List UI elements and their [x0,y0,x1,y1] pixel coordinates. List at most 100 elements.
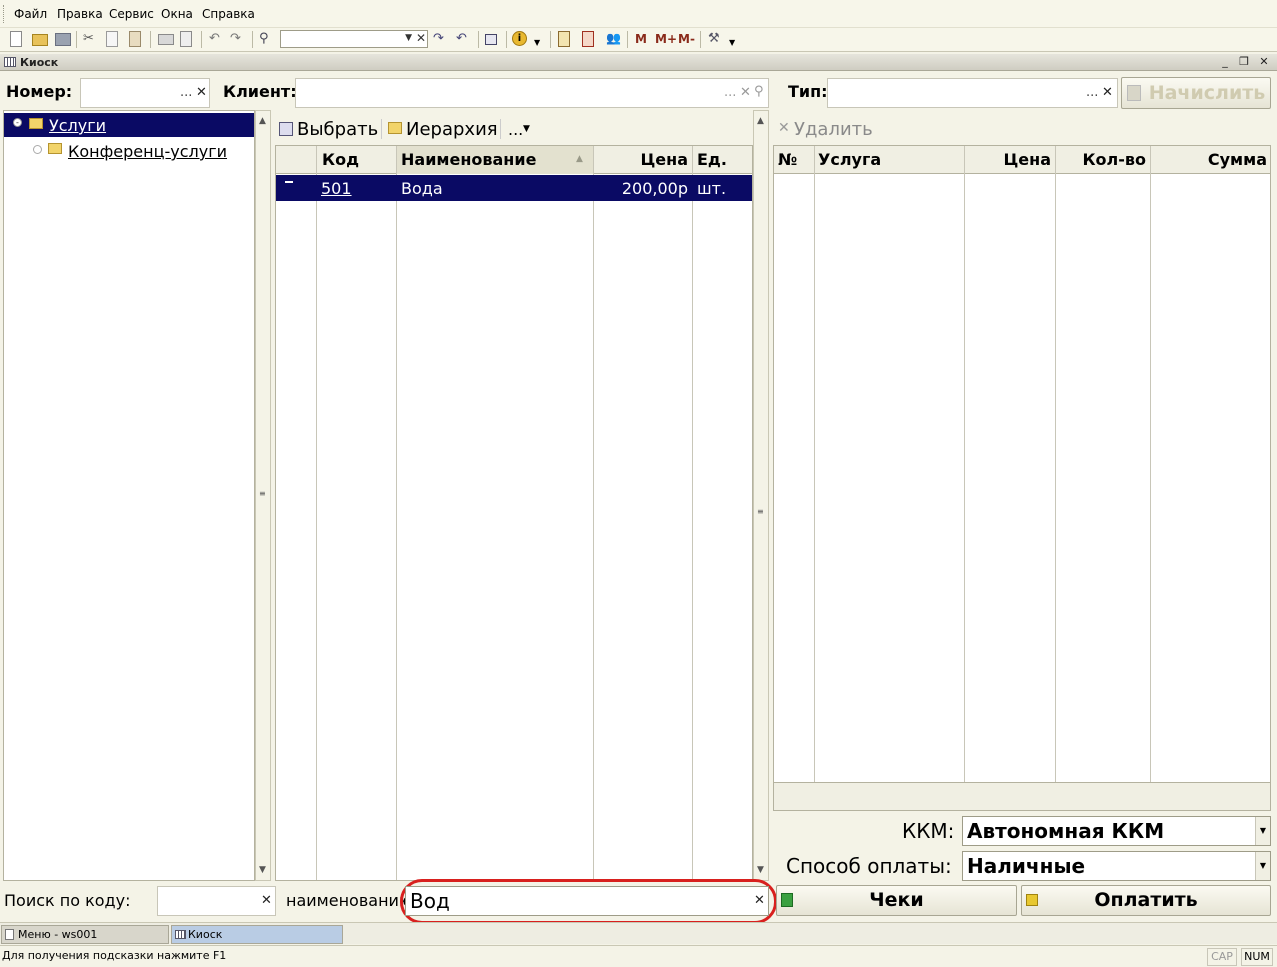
window-titlebar: Киоск _ ❐ ✕ [0,54,1277,71]
number-field[interactable]: ... ✕ [80,78,210,108]
column-price[interactable]: Цена [965,146,1055,174]
status-hint: Для получения подсказки нажмите F1 [2,949,227,962]
cell-name: Вода [401,179,443,198]
services-toolbar: Выбрать Иерархия ... ▼ [276,116,766,142]
code-search-input[interactable]: ✕ [157,886,276,916]
print-preview-icon[interactable] [180,31,192,47]
column-code[interactable]: Код [318,146,396,174]
cut-icon[interactable]: ✂ [83,31,99,47]
clear-icon[interactable]: ✕ [196,85,207,100]
find-next-icon[interactable]: ↷ [433,31,449,47]
charge-button[interactable]: Начислить [1121,77,1271,109]
checks-button[interactable]: Чеки [776,885,1017,916]
scroll-up-icon[interactable]: ▲ [757,116,764,126]
calendar-icon[interactable] [582,31,594,47]
copy-icon[interactable] [106,31,118,47]
groups-tree[interactable]: - Услуги Конференц-услуги [3,110,255,881]
select-icon[interactable]: ... [180,85,192,100]
collapse-icon[interactable]: - [13,118,22,127]
memory-button[interactable]: M [635,32,647,46]
clear-icon[interactable]: ✕ [740,85,751,100]
scroll-down-icon[interactable]: ▼ [259,865,266,875]
info-dropdown-icon[interactable]: ▼ [534,38,540,47]
clear-icon[interactable]: ✕ [416,31,426,45]
minimize-icon[interactable]: _ [1218,55,1232,68]
calculator-icon[interactable] [558,31,570,47]
column-name[interactable]: Наименование [397,146,593,174]
menu-edit[interactable]: Правка [57,7,103,21]
menu-help[interactable]: Справка [202,7,255,21]
settings-dropdown-icon[interactable]: ▼ [729,38,735,47]
select-button[interactable]: Выбрать [297,119,378,140]
column-price[interactable]: Цена [594,146,692,174]
hierarchy-button[interactable]: Иерархия [406,119,498,140]
table-row[interactable]: 501 Вода 200,00р шт. [276,175,752,201]
scroll-down-icon[interactable]: ▼ [757,865,764,875]
kkm-select[interactable]: Автономная ККМ ▼ [962,816,1271,846]
save-icon[interactable] [55,33,71,46]
clear-icon[interactable]: ✕ [754,893,765,908]
client-label: Клиент: [223,82,297,101]
new-doc-icon[interactable] [10,31,22,47]
checks-icon [781,893,793,907]
services-scrollbar[interactable]: ▲ ≡ ▼ [753,110,769,881]
column-quantity[interactable]: Кол-во [1056,146,1150,174]
print-icon[interactable] [158,34,174,45]
find-icon[interactable]: ⚲ [259,31,275,47]
task-kiosk[interactable]: Киоск [171,925,343,944]
settings-icon[interactable]: ⚒ [708,31,724,47]
column-sum[interactable]: Сумма [1151,146,1270,174]
scroll-thumb[interactable]: ≡ [757,507,764,516]
tree-item-conference[interactable]: Конференц-услуги [4,139,254,163]
chevron-down-icon[interactable]: ▼ [1255,817,1270,845]
windows-icon[interactable] [485,34,497,45]
undo-icon[interactable]: ↶ [209,31,225,47]
delete-button[interactable]: Удалить [794,119,873,140]
menu-grip [3,5,6,23]
redo-icon[interactable]: ↷ [230,31,246,47]
select-icon[interactable]: ... [724,85,736,100]
task-label: Киоск [188,928,223,941]
select-icon[interactable]: ... [1086,85,1098,100]
task-menu[interactable]: Меню - ws001 [1,925,169,944]
column-unit[interactable]: Ед. ... [693,146,752,197]
clear-icon[interactable]: ✕ [261,893,272,908]
find-prev-icon[interactable]: ↶ [456,31,472,47]
pay-button[interactable]: Оплатить [1021,885,1271,916]
column-number[interactable]: № [774,146,814,174]
check-table[interactable]: № Услуга Цена Кол-во Сумма [773,145,1271,811]
search-icon[interactable]: ⚲ [754,84,764,99]
menu-service[interactable]: Сервис [109,7,154,21]
charge-button-label: Начислить [1148,82,1266,104]
scroll-thumb[interactable]: ≡ [259,489,266,498]
code-search-label: Поиск по коду: [4,891,131,910]
close-icon[interactable]: ✕ [1257,55,1271,68]
tree-scrollbar[interactable]: ▲ ≡ ▼ [255,110,271,881]
more-button[interactable]: ... [508,120,523,139]
users-icon[interactable]: 👥 [606,31,622,47]
restore-icon[interactable]: ❐ [1237,55,1251,68]
select-icon [279,122,293,136]
client-field[interactable]: ... ✕ ⚲ [295,78,769,108]
chevron-down-icon[interactable]: ▼ [1255,852,1270,880]
services-table[interactable]: Код Наименование ▲ Цена Ед. ... 501 Вода… [275,145,753,881]
tree-item-services[interactable]: - Услуги [4,113,254,137]
chevron-down-icon[interactable]: ▼ [523,124,530,134]
column-service[interactable]: Услуга [814,146,964,174]
info-icon[interactable]: i [512,31,527,46]
clear-icon[interactable]: ✕ [1102,85,1113,100]
payment-select[interactable]: Наличные ▼ [962,851,1271,881]
scroll-up-icon[interactable]: ▲ [259,116,266,126]
menu-file[interactable]: Файл [14,7,47,21]
memory-plus-button[interactable]: M+ [655,32,677,46]
name-search-input[interactable]: Вод ✕ [405,886,769,916]
tree-item-label: Услуги [49,116,107,135]
menu-windows[interactable]: Окна [161,7,193,21]
type-field[interactable]: ... ✕ [827,78,1118,108]
toolbar-search-input[interactable]: ▼ ✕ [280,30,428,48]
memory-minus-button[interactable]: M- [678,32,695,46]
chevron-down-icon[interactable]: ▼ [405,33,412,43]
paste-icon[interactable] [129,31,141,47]
open-folder-icon[interactable] [32,34,48,46]
window-taskbar: Меню - ws001 Киоск [0,922,1277,944]
